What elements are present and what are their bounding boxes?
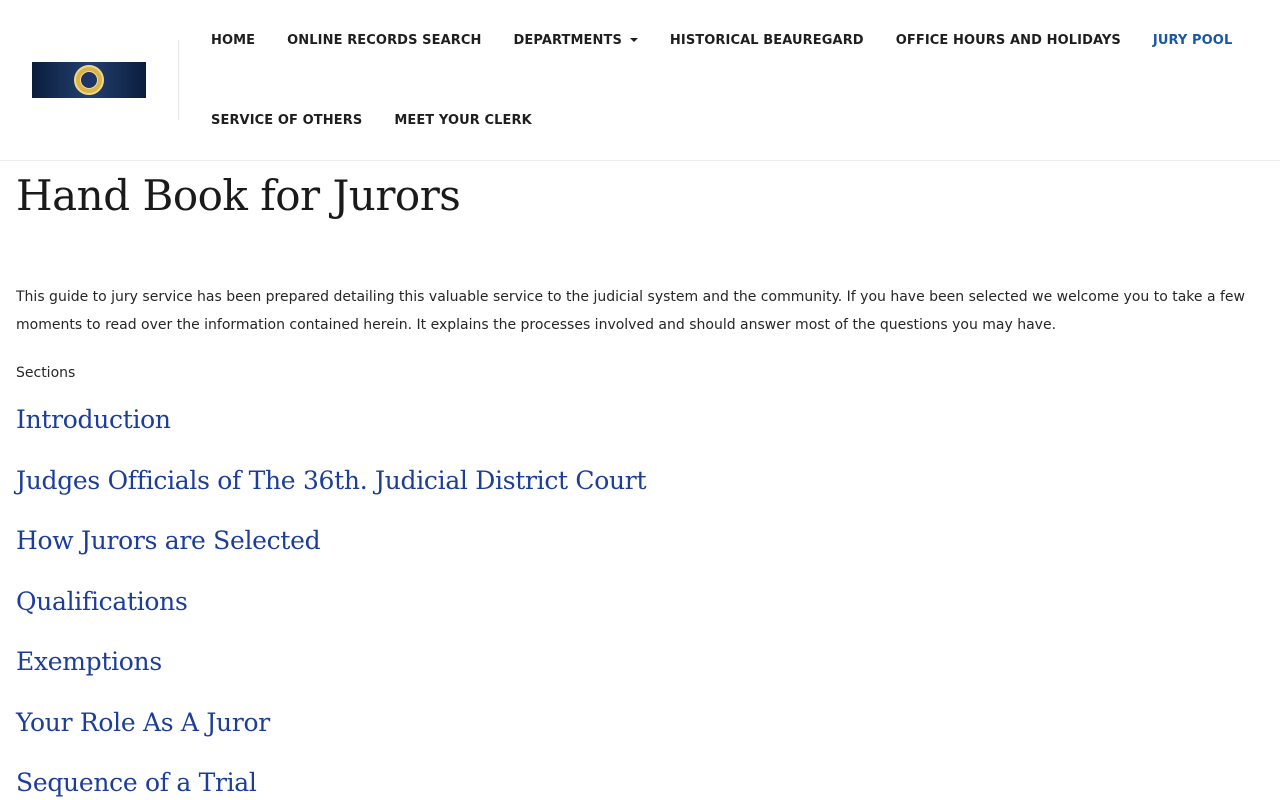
nav-online-records-search[interactable]: ONLINE RECORDS SEARCH (271, 33, 497, 48)
nav-office-hours-and-holidays[interactable]: OFFICE HOURS AND HOLIDAYS (880, 33, 1137, 48)
header-divider (178, 40, 179, 120)
section-link-qualifications[interactable]: Qualifications (16, 587, 1268, 617)
page-title: Hand Book for Jurors (16, 171, 461, 220)
section-links-list: Introduction Judges Officials of The 36t… (16, 405, 1268, 798)
nav-meet-your-clerk[interactable]: MEET YOUR CLERK (378, 113, 547, 128)
caret-down-icon (629, 38, 638, 42)
sections-label: Sections (16, 365, 76, 381)
nav-jury-pool[interactable]: JURY POOL (1137, 33, 1248, 48)
section-link-how-jurors-selected[interactable]: How Jurors are Selected (16, 526, 1268, 556)
site-logo[interactable] (32, 62, 146, 98)
intro-paragraph: This guide to jury service has been prep… (16, 289, 1245, 333)
nav-departments[interactable]: DEPARTMENTS (498, 33, 654, 48)
nav-departments-label: DEPARTMENTS (513, 32, 622, 48)
section-link-sequence-of-trial[interactable]: Sequence of a Trial (16, 768, 1268, 798)
section-link-exemptions[interactable]: Exemptions (16, 647, 1268, 677)
section-link-your-role[interactable]: Your Role As A Juror (16, 708, 1268, 738)
parish-seal-logo (74, 65, 104, 95)
section-link-judges-officials[interactable]: Judges Officials of The 36th. Judicial D… (16, 466, 1268, 496)
site-header: HOME ONLINE RECORDS SEARCH DEPARTMENTS H… (0, 0, 1280, 161)
nav-service-of-others[interactable]: SERVICE OF OTHERS (195, 113, 378, 128)
main-content: Hand Book for Jurors This guide to jury … (16, 161, 1268, 800)
nav-home[interactable]: HOME (195, 33, 271, 48)
main-nav-row-1: HOME ONLINE RECORDS SEARCH DEPARTMENTS H… (195, 0, 1248, 80)
section-link-introduction[interactable]: Introduction (16, 405, 1268, 435)
nav-historical-beauregard[interactable]: HISTORICAL BEAUREGARD (654, 33, 880, 48)
main-nav-row-2: SERVICE OF OTHERS MEET YOUR CLERK (195, 80, 548, 160)
